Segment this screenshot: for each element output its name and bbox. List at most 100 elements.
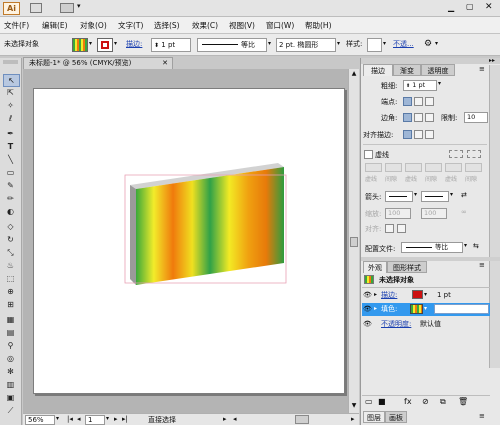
mesh-tool-icon[interactable]: ▦: [3, 314, 18, 325]
rotate-tool-icon[interactable]: ↻: [3, 234, 18, 245]
first-page-button[interactable]: |◂: [67, 415, 73, 423]
opacity-link[interactable]: 不透...: [393, 38, 414, 52]
slice-tool-icon[interactable]: ⟋: [3, 405, 18, 416]
artboard[interactable]: [33, 88, 345, 394]
visibility-eye-icon[interactable]: 👁: [363, 289, 372, 301]
align-dash-icon[interactable]: [467, 150, 481, 158]
menu-select[interactable]: 选择(S): [154, 20, 180, 31]
chevron-down-icon[interactable]: ▾: [337, 38, 340, 52]
artwork[interactable]: [34, 89, 346, 395]
clear-appearance-icon[interactable]: ⊘: [422, 397, 429, 406]
free-transform-tool-icon[interactable]: ⬚: [3, 273, 18, 284]
rectangle-tool-icon[interactable]: ▭: [3, 167, 18, 178]
last-page-button[interactable]: ▸|: [122, 415, 128, 423]
fill-edit-field[interactable]: [434, 304, 489, 314]
menu-type[interactable]: 文字(T): [118, 20, 143, 31]
menu-help[interactable]: 帮助(H): [305, 20, 332, 31]
appearance-row-stroke[interactable]: 👁 ▸ 描边: ▾ 1 pt: [362, 289, 490, 302]
panel-menu-icon[interactable]: ≡: [479, 412, 485, 420]
horizontal-scroll-thumb[interactable]: [295, 415, 309, 424]
eyedropper-tool-icon[interactable]: ⚲: [3, 340, 18, 351]
paintbrush-tool-icon[interactable]: ✎: [3, 180, 18, 191]
fill-swatch[interactable]: [72, 38, 88, 52]
duplicate-item-icon[interactable]: ⧉: [440, 397, 446, 407]
zoom-field[interactable]: 56%: [25, 415, 55, 425]
close-icon[interactable]: ✕: [162, 58, 168, 69]
arrow-tip-beyond-button[interactable]: [385, 224, 394, 233]
miter-join-button[interactable]: [403, 113, 412, 122]
limit-field[interactable]: 10: [464, 112, 488, 123]
perspective-grid-tool-icon[interactable]: ⊞: [3, 299, 18, 310]
blob-brush-tool-icon[interactable]: ◐: [3, 206, 18, 217]
appearance-stroke-label[interactable]: 描边:: [381, 289, 397, 301]
arrange-documents-icon[interactable]: [60, 3, 74, 13]
tab-graphic-styles[interactable]: 图形样式: [387, 261, 427, 273]
bevel-join-button[interactable]: [425, 113, 434, 122]
tab-gradient[interactable]: 渐变: [393, 64, 421, 76]
profile-select[interactable]: 等比: [401, 242, 463, 253]
lasso-tool-icon[interactable]: ℓ: [3, 113, 18, 124]
round-cap-button[interactable]: [414, 97, 423, 106]
warp-tool-icon[interactable]: ♨: [3, 260, 18, 271]
vertical-scroll-thumb[interactable]: [350, 237, 358, 247]
eraser-tool-icon[interactable]: ◇: [3, 221, 18, 232]
stroke-link[interactable]: 描边:: [126, 38, 142, 52]
pen-tool-icon[interactable]: ✒: [3, 128, 18, 139]
minimize-button[interactable]: ▁: [448, 3, 454, 12]
shape-builder-tool-icon[interactable]: ⊕: [3, 286, 18, 297]
delete-item-icon[interactable]: 🗑: [458, 397, 468, 406]
appearance-row-opacity[interactable]: 👁 不透明度: 默认值: [362, 318, 490, 331]
brush-definition-select[interactable]: 2 pt. 椭圆形: [276, 38, 336, 52]
add-effect-icon[interactable]: fx: [404, 397, 412, 406]
chevron-down-icon[interactable]: ▾: [383, 38, 386, 52]
document-tab[interactable]: 未标题-1* @ 56% (CMYK/预览) ✕: [23, 57, 173, 69]
tab-stroke[interactable]: 描边: [363, 64, 393, 76]
appearance-opacity-label[interactable]: 不透明度:: [381, 318, 411, 330]
menu-window[interactable]: 窗口(W): [266, 20, 294, 31]
menu-object[interactable]: 对象(O): [80, 20, 107, 31]
tab-layers[interactable]: 图层: [363, 411, 385, 423]
column-graph-tool-icon[interactable]: ▥: [3, 379, 18, 390]
bridge-icon[interactable]: [30, 3, 42, 13]
projecting-cap-button[interactable]: [425, 97, 434, 106]
add-stroke-icon[interactable]: ▭: [365, 397, 373, 406]
pencil-tool-icon[interactable]: ✏: [3, 193, 18, 204]
menu-effect[interactable]: 效果(C): [192, 20, 218, 31]
round-join-button[interactable]: [414, 113, 423, 122]
appearance-row-fill[interactable]: 👁 ▸ 填色: ▾: [362, 303, 490, 316]
link-scale-icon[interactable]: ∞: [461, 208, 467, 216]
status-menu-arrow[interactable]: ▸: [223, 415, 227, 423]
chevron-down-icon[interactable]: ▾: [89, 38, 92, 52]
recolor-icon[interactable]: ⚙: [424, 38, 432, 52]
chevron-down-icon[interactable]: ▾: [424, 303, 427, 315]
gradient-tool-icon[interactable]: ▤: [3, 327, 18, 338]
appearance-fill-label[interactable]: 填色:: [381, 303, 397, 315]
chevron-down-icon[interactable]: ▾: [114, 38, 117, 52]
chevron-down-icon[interactable]: ▾: [106, 415, 109, 422]
magic-wand-tool-icon[interactable]: ✧: [3, 100, 18, 111]
align-outside-button[interactable]: [425, 130, 434, 139]
end-scale-field[interactable]: 100: [421, 208, 447, 219]
panel-menu-icon[interactable]: ≡: [479, 261, 485, 269]
blend-tool-icon[interactable]: ◎: [3, 353, 18, 364]
start-arrowhead-select[interactable]: [385, 191, 413, 202]
collapse-panels-icon[interactable]: ▸▸: [489, 57, 495, 64]
appearance-fill-swatch[interactable]: [410, 304, 423, 314]
chevron-down-icon[interactable]: ▾: [268, 38, 271, 52]
variable-width-select[interactable]: 等比: [197, 38, 267, 52]
graphic-style-swatch[interactable]: [367, 38, 382, 52]
add-fill-icon[interactable]: ■: [378, 397, 386, 406]
chevron-down-icon[interactable]: ▾: [414, 191, 417, 198]
scale-tool-icon[interactable]: ⤡: [3, 247, 18, 258]
stroke-weight-field[interactable]: ⬍ 1 pt: [151, 38, 191, 52]
prev-page-button[interactable]: ◂: [77, 415, 81, 423]
align-center-button[interactable]: [403, 130, 412, 139]
menu-view[interactable]: 视图(V): [229, 20, 255, 31]
maximize-button[interactable]: ▢: [466, 2, 474, 11]
chevron-down-icon[interactable]: ▾: [438, 80, 441, 87]
page-field[interactable]: 1: [85, 415, 105, 425]
chevron-down-icon[interactable]: ▾: [56, 415, 59, 422]
arrow-tip-at-end-button[interactable]: [397, 224, 406, 233]
expand-triangle-icon[interactable]: ▸: [374, 303, 377, 315]
expand-triangle-icon[interactable]: ▸: [374, 289, 377, 301]
